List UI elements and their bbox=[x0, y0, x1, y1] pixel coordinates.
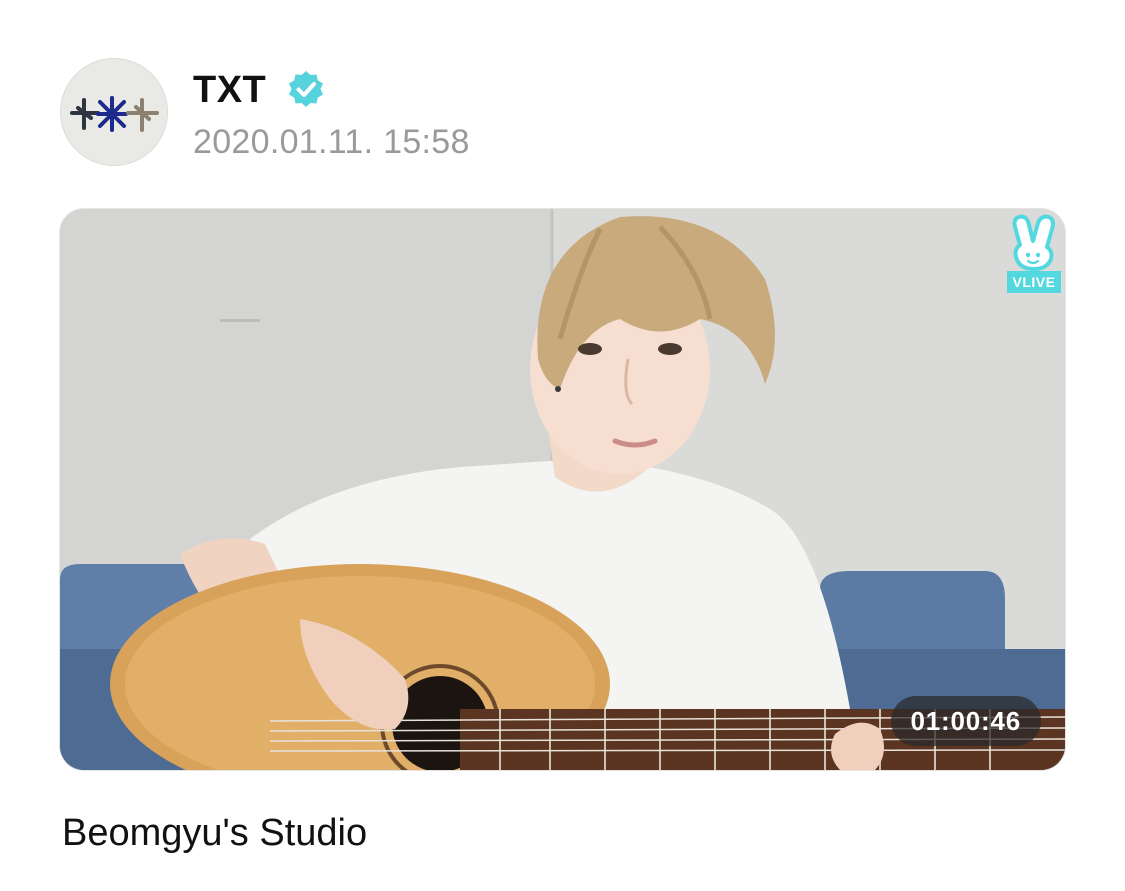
post-timestamp: 2020.01.11. 15:58 bbox=[193, 123, 470, 161]
video-thumbnail[interactable]: VLIVE 01:00:46 bbox=[60, 209, 1065, 770]
verified-badge-icon bbox=[289, 71, 323, 107]
txt-logo-icon bbox=[70, 96, 159, 132]
video-frame-image bbox=[60, 209, 1065, 770]
post-title[interactable]: Beomgyu's Studio bbox=[62, 810, 367, 856]
author-name[interactable]: TXT bbox=[193, 68, 266, 112]
vlive-label: VLIVE bbox=[1007, 271, 1061, 293]
video-duration-badge: 01:00:46 bbox=[890, 696, 1041, 746]
post-header: TXT 2020.01.11. 15:58 bbox=[60, 58, 1065, 168]
vlive-peace-hand-icon bbox=[1012, 214, 1055, 271]
avatar[interactable] bbox=[60, 58, 168, 166]
vlive-badge: VLIVE bbox=[1005, 211, 1063, 297]
